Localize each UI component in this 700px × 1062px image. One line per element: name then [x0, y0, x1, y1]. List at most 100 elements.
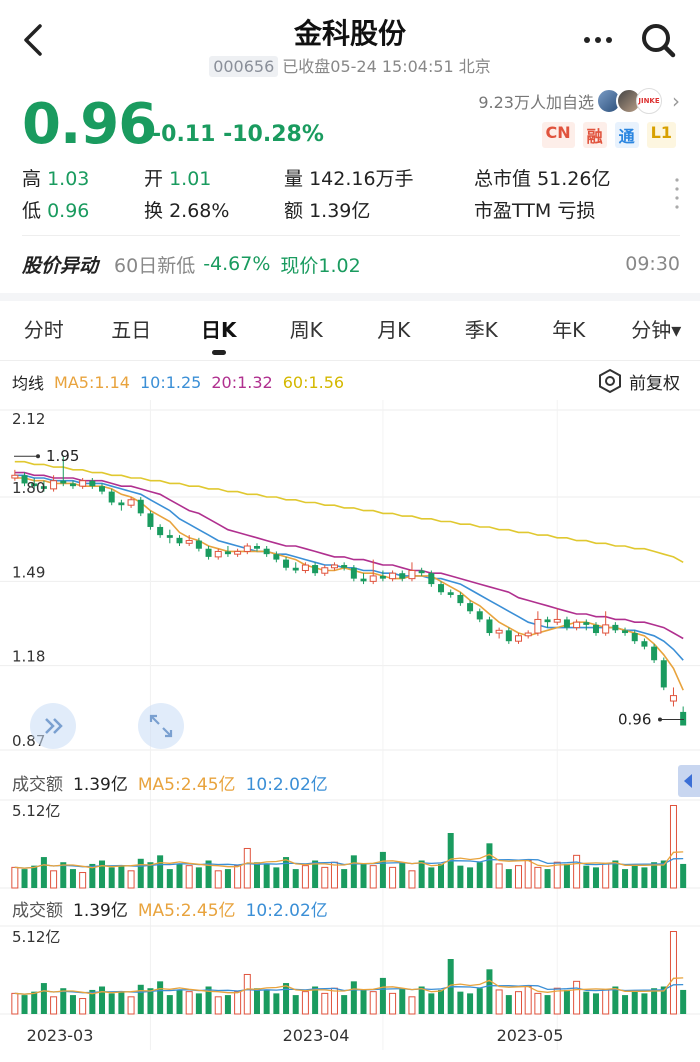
volume-label: 成交额 — [12, 775, 63, 795]
stat-amount: 额 1.39亿 — [284, 200, 371, 222]
volume-bar — [428, 993, 435, 1014]
candle-body — [253, 546, 260, 549]
kline-chart[interactable]: 2.121.801.491.180.871.950.965.12亿5.12亿20… — [0, 400, 700, 1050]
volume-bar — [457, 991, 464, 1014]
volume-bar — [379, 851, 386, 888]
volume-bar — [341, 869, 348, 888]
tab-quarterly-k[interactable]: 季K — [438, 303, 526, 359]
candle-body — [11, 474, 19, 479]
candle-body — [544, 619, 551, 623]
tab-minute[interactable]: 分钟▾ — [613, 303, 700, 359]
volume-legend-2[interactable]: 成交额 1.39亿 MA5:2.45亿 10:2.02亿 — [12, 896, 338, 921]
volume-bar — [253, 988, 260, 1014]
chevron-right-icon: › — [672, 89, 680, 113]
ma5-line — [14, 477, 684, 691]
tab-weekly-k[interactable]: 周K — [263, 303, 351, 359]
side-collapse-tab[interactable] — [678, 765, 700, 797]
volume-value: 1.39亿 — [73, 775, 128, 795]
volume-bar — [418, 860, 425, 888]
candle-body — [418, 570, 425, 574]
market-status: 已收盘05-24 15:04:51 北京 — [282, 57, 491, 76]
adjust-toggle[interactable]: 前复权 — [597, 368, 680, 394]
low-marker-label: 0.96 — [618, 711, 651, 729]
volume-value: 1.39亿 — [73, 901, 128, 921]
candle-body — [195, 540, 202, 549]
candle-body — [447, 592, 454, 595]
volume-bar — [438, 989, 445, 1014]
follow-row[interactable]: 9.23万人加自选 JINKE › — [478, 86, 680, 116]
period-tabs: 分时 五日 日K 周K 月K 季K 年K 分钟▾ — [0, 303, 700, 359]
expand-forward-button[interactable] — [30, 703, 76, 749]
stat-open: 开 1.01 — [144, 168, 212, 190]
volume-bar — [321, 866, 329, 889]
candle-body — [369, 575, 377, 582]
candle-body — [205, 548, 212, 557]
candle-body — [69, 483, 76, 487]
double-chevron-right-icon — [45, 718, 63, 734]
volume-bar — [476, 862, 483, 888]
expand-dots-icon[interactable] — [674, 176, 680, 216]
volume-bar — [11, 866, 19, 889]
volume-bar — [99, 860, 106, 888]
volume-bar — [243, 973, 251, 1015]
candle-body — [243, 545, 251, 552]
candle-body — [534, 618, 542, 634]
fullscreen-button[interactable] — [138, 703, 184, 749]
tab-5day[interactable]: 五日 — [88, 303, 176, 359]
alert-text: 60日新低 — [114, 254, 196, 277]
volume-bar — [612, 986, 619, 1014]
volume-bar — [428, 867, 435, 888]
volume-bar — [379, 977, 386, 1014]
candle-body — [224, 551, 231, 555]
alert-time: 09:30 — [625, 253, 680, 275]
price-alert-row[interactable]: 股价异动 60日新低 -4.67% 现价1.02 09:30 — [22, 248, 680, 280]
volume-ma10: 10:2.02亿 — [245, 775, 328, 795]
candle-body — [389, 572, 397, 580]
volume-bar — [486, 969, 493, 1014]
ma60-value: 60:1.56 — [282, 372, 345, 392]
volume-bar — [631, 991, 638, 1014]
volume-bar — [127, 996, 135, 1015]
candle-body — [438, 584, 445, 593]
change-percent: -10.28% — [223, 122, 324, 147]
more-icon[interactable] — [580, 26, 616, 54]
x-tick-label: 2023-04 — [283, 1026, 350, 1045]
volume-bar — [283, 857, 290, 888]
volume-legend[interactable]: 成交额 1.39亿 MA5:2.45亿 10:2.02亿 — [12, 770, 338, 795]
volume-bar — [31, 865, 38, 888]
candle-body — [185, 540, 193, 544]
volume-bar — [137, 858, 144, 888]
volume-bar — [669, 805, 677, 889]
search-icon[interactable] — [638, 20, 678, 60]
volume-bar — [399, 862, 406, 888]
badge-cn[interactable]: CN — [541, 122, 575, 148]
volume-bar — [622, 869, 629, 888]
y-tick-label: 1.80 — [12, 479, 45, 497]
volume-label: 成交额 — [12, 901, 63, 921]
volume-bar — [524, 860, 532, 889]
volume-bar — [418, 986, 425, 1014]
tab-yearly-k[interactable]: 年K — [525, 303, 613, 359]
badge-connect[interactable]: 通 — [614, 122, 639, 148]
candle-body — [350, 567, 357, 579]
y-tick-label: 2.12 — [12, 410, 45, 428]
volume-bar — [185, 991, 193, 1015]
volume-bar — [544, 995, 551, 1014]
tab-monthly-k[interactable]: 月K — [350, 303, 438, 359]
volume-bar — [292, 995, 299, 1014]
volume-bar — [389, 992, 397, 1015]
candle-body — [505, 630, 512, 642]
candle-body — [341, 565, 348, 568]
ma-legend[interactable]: 均线 MA5:1.14 10:1.25 20:1.32 60:1.56 — [12, 370, 688, 394]
volume-bar — [680, 989, 687, 1014]
volume-bar — [505, 869, 512, 888]
divider — [0, 360, 700, 361]
volume-bar — [243, 847, 251, 889]
tab-intraday[interactable]: 分时 — [0, 303, 88, 359]
badge-l1[interactable]: L1 — [646, 122, 676, 148]
volume-bar — [11, 992, 19, 1015]
candle-body — [651, 646, 658, 661]
volume-bar — [553, 987, 561, 1015]
badge-margin[interactable]: 融 — [582, 122, 607, 148]
tab-daily-k[interactable]: 日K — [175, 303, 263, 359]
